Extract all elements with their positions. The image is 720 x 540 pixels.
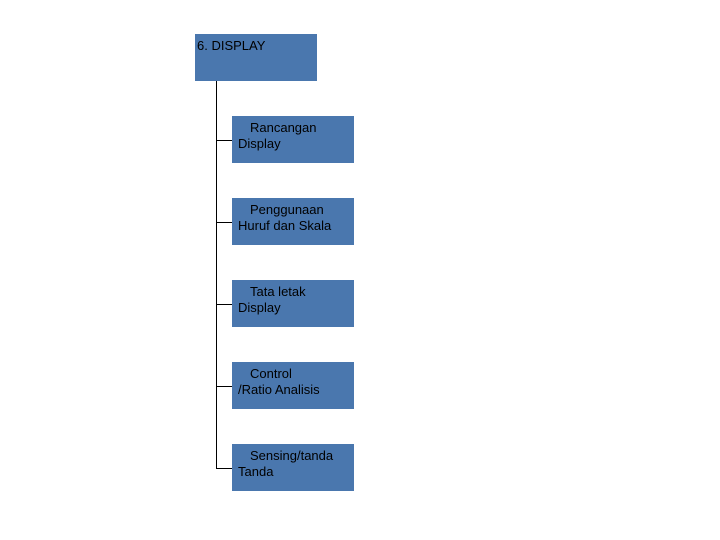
child-node-rancangan-display: Rancangan Display bbox=[232, 116, 354, 163]
connector-elbow bbox=[216, 222, 232, 223]
connector-elbow bbox=[216, 468, 232, 469]
child-node-line2: Tanda bbox=[238, 464, 348, 480]
child-node-line2: Huruf dan Skala bbox=[238, 218, 348, 234]
child-node-control-ratio: Control /Ratio Analisis bbox=[232, 362, 354, 409]
child-node-line1: Rancangan bbox=[238, 120, 348, 136]
root-node-label: 6. DISPLAY bbox=[197, 38, 265, 53]
child-node-sensing-tanda: Sensing/tanda Tanda bbox=[232, 444, 354, 491]
child-node-penggunaan-huruf: Penggunaan Huruf dan Skala bbox=[232, 198, 354, 245]
connector-elbow bbox=[216, 386, 232, 387]
child-node-line2: /Ratio Analisis bbox=[238, 382, 348, 398]
child-node-line1: Sensing/tanda bbox=[238, 448, 348, 464]
child-node-line1: Tata letak bbox=[238, 284, 348, 300]
connector-elbow bbox=[216, 304, 232, 305]
child-node-line2: Display bbox=[238, 136, 348, 152]
child-node-line1: Penggunaan bbox=[238, 202, 348, 218]
diagram-canvas: 6. DISPLAY Rancangan Display Penggunaan … bbox=[0, 0, 720, 540]
child-node-line1: Control bbox=[238, 366, 348, 382]
connector-elbow bbox=[216, 140, 232, 141]
child-node-line2: Display bbox=[238, 300, 348, 316]
child-node-tata-letak: Tata letak Display bbox=[232, 280, 354, 327]
root-node-display: 6. DISPLAY bbox=[195, 34, 317, 81]
